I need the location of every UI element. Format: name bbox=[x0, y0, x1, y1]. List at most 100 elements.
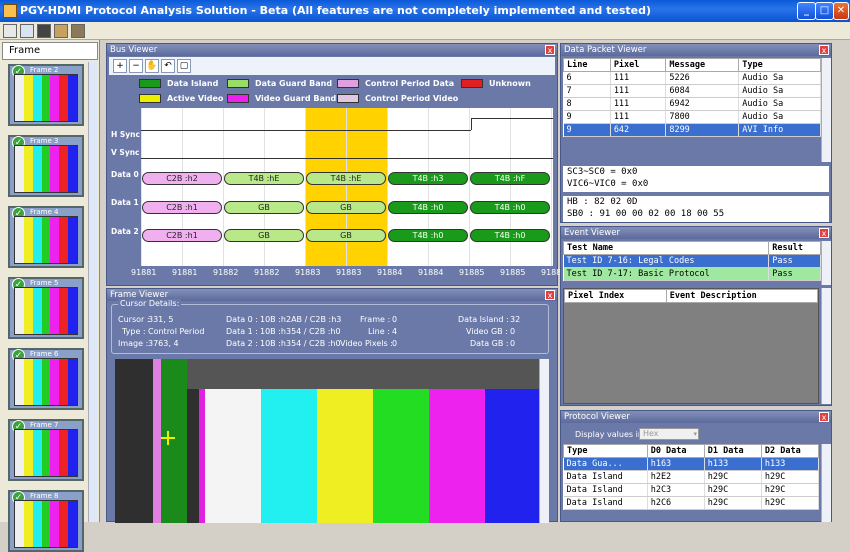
bus-viewer-close-button[interactable]: x bbox=[545, 45, 555, 55]
bus-segment[interactable]: GB bbox=[306, 229, 386, 242]
color-bar bbox=[15, 359, 24, 405]
bus-segment[interactable]: T4B :h0 bbox=[470, 201, 550, 214]
event-detail-scrollbar[interactable] bbox=[821, 288, 831, 404]
bus-segment[interactable]: C2B :h1 bbox=[142, 229, 222, 242]
bus-segment[interactable]: T4B :h0 bbox=[388, 229, 468, 242]
table-row[interactable]: 6 111 5226 Audio Sa bbox=[563, 71, 821, 85]
grid-line bbox=[510, 108, 511, 266]
column-header[interactable]: D2 Data bbox=[760, 444, 820, 458]
column-header[interactable]: Event Description bbox=[665, 289, 819, 303]
table-row[interactable]: Test ID 7-16: Legal Codes Pass bbox=[563, 254, 821, 268]
data-packet-table[interactable]: Line Pixel Message Type 6 111 5226 Audio Sa 7 11… bbox=[563, 58, 821, 137]
frame-canvas[interactable] bbox=[115, 359, 549, 523]
frame-thumbnail[interactable]: ✓ Frame 5 bbox=[8, 277, 84, 339]
image-label: Image : bbox=[118, 339, 149, 348]
frame-thumbnail[interactable]: ✓ Frame 7 bbox=[8, 419, 84, 481]
column-header[interactable]: Result bbox=[768, 241, 821, 255]
table-row[interactable]: Data Island h2C3 h29C h29C bbox=[563, 483, 820, 497]
grid-icon[interactable] bbox=[20, 24, 34, 38]
column-header[interactable]: Line bbox=[563, 58, 611, 72]
table-row[interactable]: Data Gua... h163 h133 h133 bbox=[563, 457, 820, 471]
title-bar: PGY-HDMI Protocol Analysis Solution - Be… bbox=[0, 0, 850, 22]
hsync-signal bbox=[471, 118, 553, 130]
bus-segment[interactable]: T4B :hE bbox=[224, 172, 304, 185]
frame-thumbnail[interactable]: ✓ Frame 2 bbox=[8, 64, 84, 126]
data-packet-scrollbar[interactable] bbox=[821, 58, 831, 162]
line-label: Line : bbox=[368, 327, 390, 336]
event-viewer-title: Event Viewer bbox=[561, 227, 831, 239]
event-scrollbar[interactable] bbox=[821, 241, 831, 285]
color-bar bbox=[59, 146, 69, 192]
frame-thumbnail[interactable]: ✓ Frame 3 bbox=[8, 135, 84, 197]
table-row[interactable]: 9 111 7800 Audio Sa bbox=[563, 110, 821, 124]
bus-segment[interactable]: T4B :hF bbox=[470, 172, 550, 185]
protocol-table[interactable]: Type D0 Data D1 Data D2 Data Data Gua... h16… bbox=[563, 444, 820, 510]
packet-detail-line: HB : 82 02 0D bbox=[567, 197, 638, 207]
data-packet-viewer-close-button[interactable]: x bbox=[819, 45, 829, 55]
color-bar bbox=[68, 217, 78, 263]
protocol-viewer-close-button[interactable]: x bbox=[819, 412, 829, 422]
frame-viewer-close-button[interactable]: x bbox=[545, 290, 555, 300]
frame-thumbnail[interactable]: ✓ Frame 6 bbox=[8, 348, 84, 410]
column-header[interactable]: D0 Data bbox=[646, 444, 705, 458]
data2-value: 10B :h354 / C2B :h0 bbox=[260, 339, 341, 348]
column-header[interactable]: Type bbox=[738, 58, 821, 72]
table-row[interactable]: Data Island h2C6 h29C h29C bbox=[563, 496, 820, 510]
bus-segment[interactable]: C2B :h1 bbox=[142, 201, 222, 214]
column-header[interactable]: D1 Data bbox=[703, 444, 762, 458]
zoom-out-icon[interactable]: − bbox=[129, 59, 143, 73]
data2-label: Data 2 : bbox=[226, 339, 258, 348]
maximize-button[interactable]: □ bbox=[815, 2, 834, 20]
frame-canvas-scrollbar[interactable] bbox=[539, 359, 549, 523]
column-header[interactable]: Pixel bbox=[609, 58, 667, 72]
bus-segment[interactable]: GB bbox=[224, 201, 304, 214]
print-icon[interactable] bbox=[71, 24, 85, 38]
export-icon[interactable] bbox=[54, 24, 68, 38]
bus-segment[interactable]: T4B :h3 bbox=[388, 172, 468, 185]
undo-icon[interactable]: ↶ bbox=[161, 59, 175, 73]
frame-scrollbar[interactable] bbox=[88, 62, 98, 522]
frame-thumbnail[interactable]: ✓ Frame 4 bbox=[8, 206, 84, 268]
pan-hand-icon[interactable]: ✋ bbox=[145, 59, 159, 73]
color-bar bbox=[41, 146, 51, 192]
x-tick-label: 91885 bbox=[459, 268, 485, 277]
main-toolbar bbox=[0, 22, 850, 40]
frame-thumbnail[interactable]: ✓ Frame 8 bbox=[8, 490, 84, 552]
table-row[interactable]: 7 111 6084 Audio Sa bbox=[563, 84, 821, 98]
bus-segment[interactable]: T4B :hE bbox=[306, 172, 386, 185]
bus-segment[interactable]: T4B :h0 bbox=[470, 229, 550, 242]
frame-tab[interactable]: Frame bbox=[2, 42, 98, 60]
fit-screen-icon[interactable]: ▢ bbox=[177, 59, 191, 73]
column-header[interactable]: Message bbox=[665, 58, 740, 72]
column-header[interactable]: Type bbox=[563, 444, 648, 458]
data0-label: Data 0 : bbox=[226, 315, 258, 324]
event-viewer-close-button[interactable]: x bbox=[819, 228, 829, 238]
bus-segment[interactable]: GB bbox=[306, 201, 386, 214]
zoom-in-icon[interactable]: + bbox=[113, 59, 127, 73]
grid-line bbox=[346, 108, 347, 266]
display-values-select[interactable]: Hex ▾ bbox=[639, 428, 699, 440]
color-bar bbox=[50, 501, 60, 547]
bus-segment[interactable]: T4B :h0 bbox=[388, 201, 468, 214]
protocol-scrollbar[interactable] bbox=[821, 444, 831, 522]
minimize-button[interactable]: _ bbox=[797, 2, 816, 20]
frame-thumbnail-label: Frame 8 bbox=[30, 492, 59, 500]
table-cell: 9 bbox=[563, 110, 611, 124]
table-row[interactable]: Data Island h2E2 h29C h29C bbox=[563, 470, 820, 484]
capture-icon[interactable] bbox=[37, 24, 51, 38]
bus-segment[interactable]: C2B :h2 bbox=[142, 172, 222, 185]
table-row[interactable]: 9 642 8299 AVI Info bbox=[563, 123, 821, 137]
table-row[interactable]: Test ID 7-17: Basic Protocol Pass bbox=[563, 267, 821, 281]
table-row[interactable]: 8 111 6942 Audio Sa bbox=[563, 97, 821, 111]
event-table[interactable]: Test Name Result Test ID 7-16: Legal Code… bbox=[562, 241, 821, 281]
column-header[interactable]: Test Name bbox=[562, 241, 770, 255]
bus-row-label: V Sync bbox=[111, 148, 140, 157]
close-window-button[interactable]: ✕ bbox=[833, 2, 849, 20]
bus-segment[interactable]: GB bbox=[224, 229, 304, 242]
open-icon[interactable] bbox=[3, 24, 17, 38]
color-bar bbox=[50, 75, 60, 121]
column-header[interactable]: Pixel Index bbox=[564, 289, 667, 303]
x-tick-label: 91881 bbox=[131, 268, 157, 277]
bus-timing-plot[interactable]: C2B :h2 T4B :hE T4B :hE T4B :h3 T4B :hF C2B :… bbox=[141, 108, 553, 266]
grid-line bbox=[141, 108, 142, 266]
